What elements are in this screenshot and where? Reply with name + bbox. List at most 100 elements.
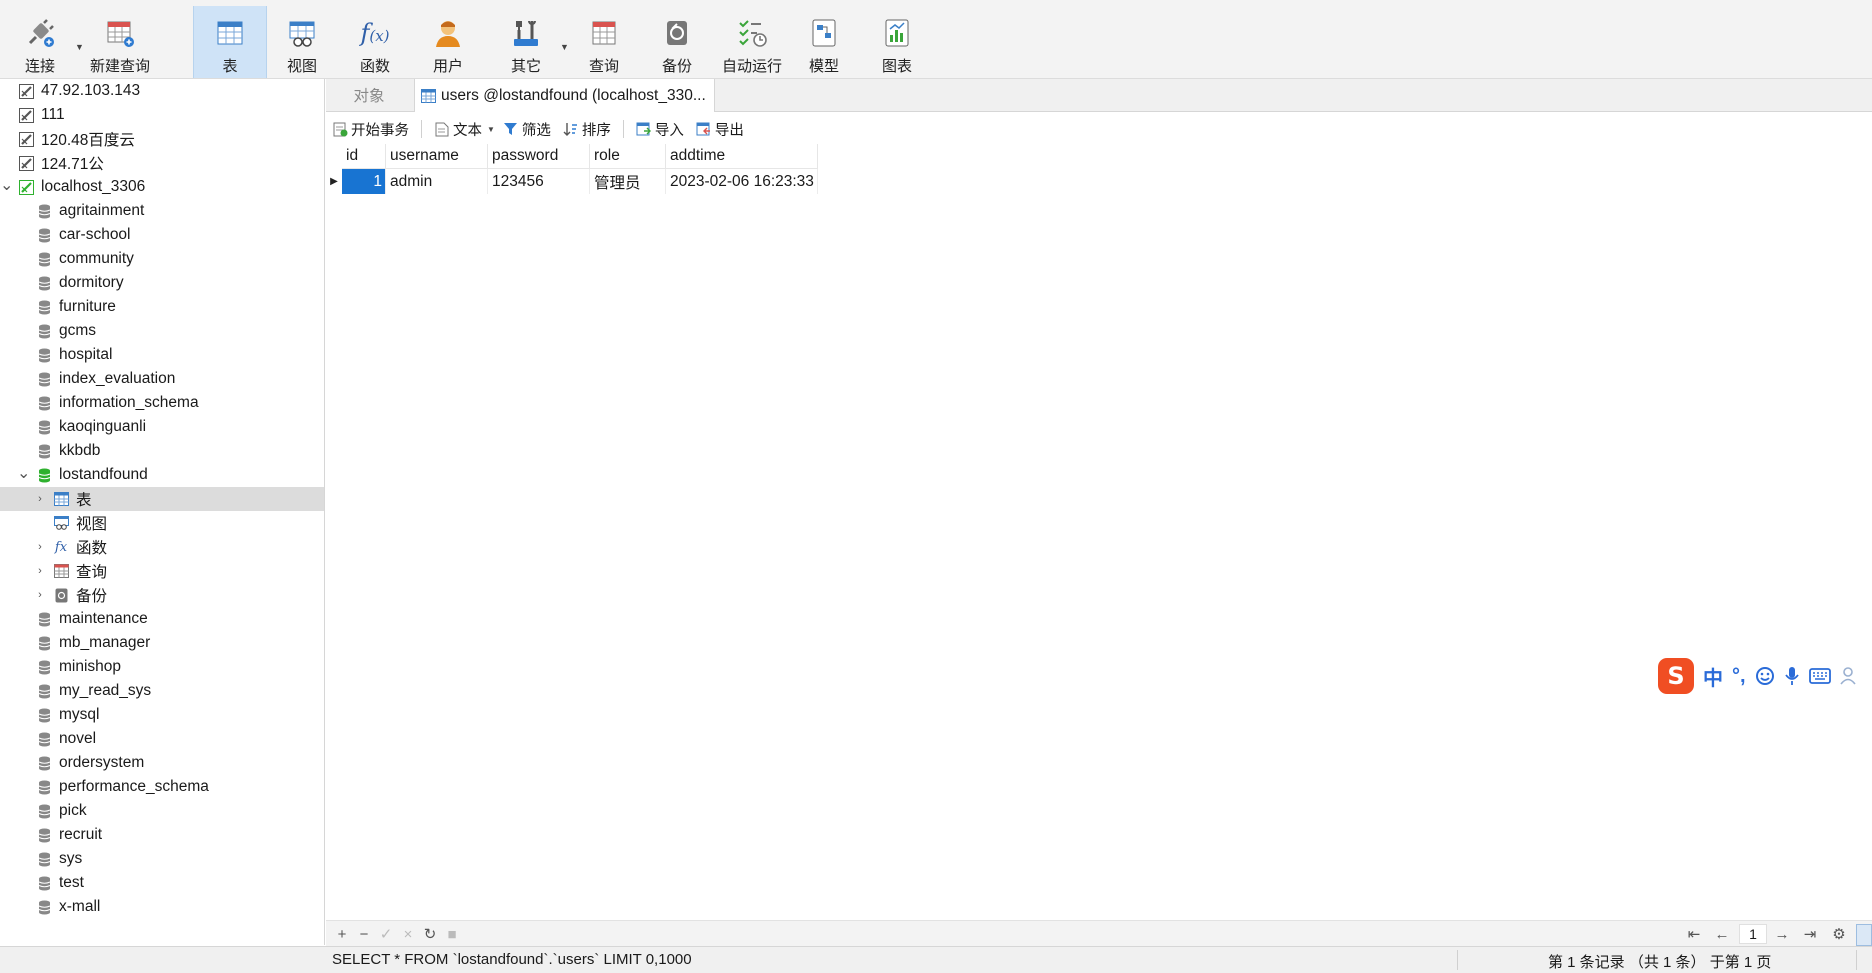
sidebar-item-database[interactable]: pick	[0, 799, 324, 823]
sidebar-item-label: kkbdb	[59, 442, 101, 459]
discard-changes-icon[interactable]: ×	[398, 924, 418, 944]
cell-id[interactable]: 1	[342, 169, 386, 194]
sidebar-item-database[interactable]: x-mall	[0, 895, 324, 919]
sidebar-item-database[interactable]: maintenance	[0, 607, 324, 631]
sidebar-item-connection[interactable]: 124.71公	[0, 151, 324, 175]
apply-changes-icon[interactable]: ✓	[376, 924, 396, 944]
sidebar-item-database[interactable]: information_schema	[0, 391, 324, 415]
other-button[interactable]: 其它	[490, 6, 562, 78]
view-button[interactable]: 视图	[266, 6, 338, 78]
sidebar-item-label: my_read_sys	[59, 682, 152, 699]
sidebar-item-database[interactable]: car-school	[0, 223, 324, 247]
begin-transaction-button[interactable]: 开始事务	[332, 119, 409, 140]
sidebar-item-active-connection[interactable]: ⌄ localhost_3306	[0, 175, 324, 199]
grid-view-toggle[interactable]	[1856, 924, 1872, 946]
sidebar-item-database[interactable]: test	[0, 871, 324, 895]
sidebar-item-tables[interactable]: › 表	[0, 487, 324, 511]
column-header-role[interactable]: role	[590, 144, 666, 169]
sidebar-item-connection[interactable]: 111	[0, 103, 324, 127]
sidebar-item-connection[interactable]: 47.92.103.143	[0, 79, 324, 103]
microphone-icon[interactable]	[1784, 666, 1800, 686]
add-record-icon[interactable]: +	[332, 924, 352, 944]
sidebar-item-backups[interactable]: › 备份	[0, 583, 324, 607]
cell-role[interactable]: 管理员	[590, 169, 666, 194]
table-row[interactable]: ▶ 1 admin 123456 管理员 2023-02-06 16:23:33	[326, 169, 818, 194]
ime-punctuation-toggle[interactable]: °,	[1732, 665, 1746, 688]
model-button[interactable]: 模型	[788, 6, 860, 78]
sidebar-item-queries[interactable]: › 查询	[0, 559, 324, 583]
sidebar-item-database[interactable]: kkbdb	[0, 439, 324, 463]
sidebar-item-database[interactable]: sys	[0, 847, 324, 871]
query-button[interactable]: 查询	[568, 6, 640, 78]
import-button[interactable]: 导入	[636, 119, 684, 140]
connect-button[interactable]: 连接	[4, 6, 76, 78]
settings-icon[interactable]: ⚙	[1829, 924, 1849, 944]
sidebar-item-database[interactable]: my_read_sys	[0, 679, 324, 703]
stop-icon[interactable]: ■	[442, 924, 462, 944]
previous-page-icon[interactable]: ←	[1712, 924, 1732, 944]
expand-arrow-icon[interactable]: ›	[34, 589, 46, 601]
sidebar-item-database[interactable]: furniture	[0, 295, 324, 319]
delete-record-icon[interactable]: −	[354, 924, 374, 944]
sidebar-item-database[interactable]: community	[0, 247, 324, 271]
sidebar-item-database[interactable]: agritainment	[0, 199, 324, 223]
expand-arrow-icon[interactable]: ›	[34, 565, 46, 577]
filter-button[interactable]: 筛选	[503, 119, 551, 140]
column-header-addtime[interactable]: addtime	[666, 144, 818, 169]
sidebar-item-database[interactable]: dormitory	[0, 271, 324, 295]
sogou-logo-icon[interactable]: S	[1658, 658, 1694, 694]
last-page-icon[interactable]: ⇥	[1800, 924, 1820, 944]
column-header-id[interactable]: id	[342, 144, 386, 169]
sidebar-item-functions[interactable]: › fx 函数	[0, 535, 324, 559]
chart-button[interactable]: 图表	[861, 6, 933, 78]
function-button[interactable]: f(x) 函数	[339, 6, 411, 78]
column-header-password[interactable]: password	[488, 144, 590, 169]
keyboard-icon[interactable]	[1808, 668, 1831, 684]
expand-arrow-icon[interactable]: ›	[34, 493, 46, 505]
sidebar-item-label: mb_manager	[59, 634, 151, 651]
ime-toolbar[interactable]: S 中 °,	[1658, 656, 1860, 696]
emoji-icon[interactable]	[1755, 666, 1775, 686]
sidebar-item-database[interactable]: ordersystem	[0, 751, 324, 775]
user-button[interactable]: 用户	[412, 6, 484, 78]
column-header-username[interactable]: username	[386, 144, 488, 169]
export-button[interactable]: 导出	[696, 119, 744, 140]
sidebar-item-database[interactable]: recruit	[0, 823, 324, 847]
connection-icon	[18, 131, 34, 147]
text-view-button[interactable]: 文本 ▼	[434, 119, 495, 140]
tab-users-table[interactable]: users @lostandfound (localhost_330...	[414, 79, 715, 112]
database-icon	[36, 731, 52, 747]
first-page-icon[interactable]: ⇤	[1684, 924, 1704, 944]
backup-button[interactable]: 备份	[641, 6, 713, 78]
sidebar-item-database[interactable]: novel	[0, 727, 324, 751]
cell-password[interactable]: 123456	[488, 169, 590, 194]
table-button[interactable]: 表	[193, 6, 267, 78]
sidebar-item-open-database[interactable]: ⌄ lostandfound	[0, 463, 324, 487]
sidebar-item-database[interactable]: minishop	[0, 655, 324, 679]
sidebar-item-database[interactable]: kaoqinguanli	[0, 415, 324, 439]
refresh-icon[interactable]: ↻	[420, 924, 440, 944]
sidebar-item-database[interactable]: hospital	[0, 343, 324, 367]
sidebar-item-connection[interactable]: 120.48百度云	[0, 127, 324, 151]
next-page-icon[interactable]: →	[1772, 924, 1792, 944]
status-record-info: 第 1 条记录 （共 1 条） 于第 1 页	[1548, 954, 1772, 971]
expand-arrow-open-icon[interactable]: ⌄	[17, 463, 30, 483]
expand-arrow-open-icon[interactable]: ⌄	[0, 175, 13, 195]
sidebar-item-database[interactable]: performance_schema	[0, 775, 324, 799]
tab-objects[interactable]: 对象	[326, 79, 412, 111]
new-query-button[interactable]: 新建查询	[84, 6, 156, 78]
sidebar-item-database[interactable]: mb_manager	[0, 631, 324, 655]
skin-icon[interactable]	[1839, 666, 1860, 686]
automation-button[interactable]: 自动运行	[714, 6, 790, 78]
cell-username[interactable]: admin	[386, 169, 488, 194]
sidebar-item-database[interactable]: mysql	[0, 703, 324, 727]
connect-dropdown-icon[interactable]: ▼	[75, 42, 84, 52]
sidebar-item-database[interactable]: gcms	[0, 319, 324, 343]
cell-addtime[interactable]: 2023-02-06 16:23:33	[666, 169, 818, 194]
ime-language-toggle[interactable]: 中	[1703, 662, 1723, 691]
page-number-input[interactable]: 1	[1739, 924, 1767, 944]
sort-button[interactable]: 排序	[563, 119, 611, 140]
sidebar-item-views[interactable]: 视图	[0, 511, 324, 535]
sidebar-item-database[interactable]: index_evaluation	[0, 367, 324, 391]
expand-arrow-icon[interactable]: ›	[34, 541, 46, 553]
